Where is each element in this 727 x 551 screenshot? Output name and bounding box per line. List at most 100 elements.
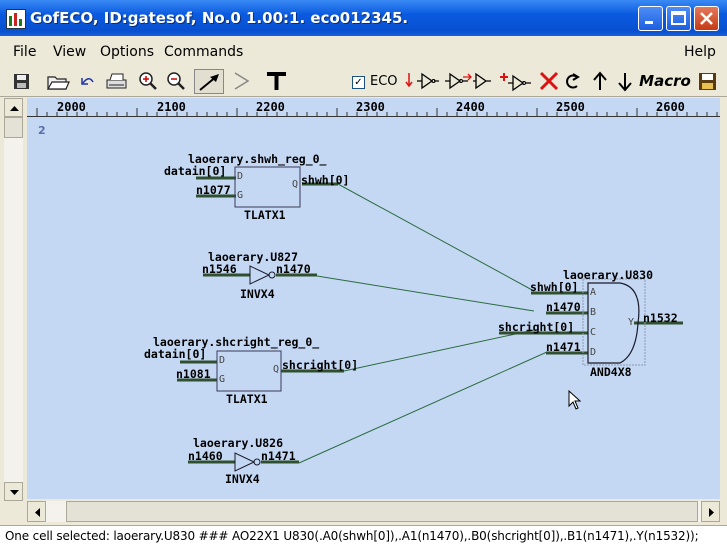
ruler-label: 2400 <box>456 100 485 114</box>
wire-n1470[interactable] <box>316 275 535 312</box>
arrow-right-small-icon <box>709 508 714 517</box>
minimize-icon <box>645 21 653 24</box>
cell-instance-name[interactable]: laoerary.U826 <box>193 436 283 450</box>
net-label[interactable]: n1532 <box>643 311 678 325</box>
wire-tool-button[interactable] <box>226 69 256 94</box>
net-label[interactable]: n1471 <box>261 449 296 463</box>
scroll-left-button[interactable] <box>27 501 46 522</box>
insert-inverter-button[interactable] <box>404 69 440 94</box>
menu-view[interactable]: View <box>53 44 86 60</box>
ruler-label: 2500 <box>556 100 585 114</box>
cell-type-label: INVX4 <box>240 287 275 301</box>
ruler-label: 2600 <box>656 100 685 114</box>
delete-x-icon <box>539 71 559 91</box>
maximize-icon <box>671 11 686 25</box>
wire-shwh[interactable] <box>337 183 535 292</box>
cell-type-label: INVX4 <box>225 472 260 486</box>
net-label[interactable]: shwh[0] <box>530 280 578 294</box>
vertical-scroll-thumb[interactable] <box>4 117 23 138</box>
cell-type-label: TLATX1 <box>226 392 268 406</box>
pin-label: Y <box>628 317 635 328</box>
arrow-down-icon <box>618 73 632 92</box>
maximize-button[interactable] <box>666 6 691 31</box>
text-tool-button[interactable] <box>262 69 292 94</box>
pin-label: C <box>590 327 597 338</box>
select-tool-button[interactable] <box>194 69 224 94</box>
latch-shwh-reg[interactable] <box>234 166 301 208</box>
horizontal-scroll-thumb[interactable] <box>66 501 698 522</box>
arrow-up-icon <box>593 71 607 90</box>
window-title: GofECO, ID:gatesof, No.0 1.00:1. eco0123… <box>30 9 409 27</box>
arrow-down-small-icon <box>10 490 19 495</box>
folder-open-icon <box>46 76 70 90</box>
arrow-left-small-icon <box>35 508 40 517</box>
net-label[interactable]: n1470 <box>546 300 581 314</box>
status-text: One cell selected: laoerary.U830 ### AO2… <box>5 529 699 543</box>
net-label[interactable]: datain[0] <box>164 164 226 178</box>
scroll-right-button[interactable] <box>701 501 720 522</box>
open-button[interactable] <box>44 69 71 94</box>
net-label[interactable]: n1471 <box>546 340 581 354</box>
pin-label: D <box>590 347 597 358</box>
net-label[interactable]: shcright[0] <box>282 358 358 372</box>
delete-button[interactable] <box>536 69 563 94</box>
print-button[interactable] <box>103 69 130 94</box>
pin-label: G <box>219 374 226 385</box>
pin-label: D <box>237 171 244 182</box>
net-label[interactable]: n1546 <box>202 262 237 276</box>
scroll-down-button[interactable] <box>4 482 23 501</box>
eco-checkbox[interactable]: ✓ <box>352 76 365 89</box>
menu-options[interactable]: Options <box>100 44 154 60</box>
floppy-color-icon <box>699 73 716 90</box>
menu-commands[interactable]: Commands <box>164 44 243 60</box>
pin-label: Q <box>273 364 280 375</box>
insert-inverter-icon <box>405 72 439 90</box>
inverter-u826[interactable] <box>234 452 261 472</box>
scroll-up-button[interactable] <box>4 98 23 117</box>
cell-type-label: AND4X8 <box>590 365 632 379</box>
pin-label: G <box>237 190 244 201</box>
chevron-right-icon <box>234 72 250 90</box>
zoom-in-button[interactable] <box>135 69 162 94</box>
wire-shcright[interactable] <box>343 329 535 372</box>
arrow-up-small-icon <box>10 106 19 111</box>
schematic-canvas[interactable]: 2 laoerary.shwh_reg_0_ datain[0] n1077 s… <box>27 117 720 499</box>
net-label[interactable]: shcright[0] <box>498 320 574 334</box>
net-label[interactable]: shwh[0] <box>301 173 349 187</box>
net-label[interactable]: n1081 <box>176 367 211 381</box>
save-eco-button[interactable] <box>695 69 721 94</box>
minimize-button[interactable] <box>638 6 663 31</box>
eco-label: ECO <box>370 74 398 89</box>
net-label[interactable]: n1077 <box>196 183 231 197</box>
add-gate-button[interactable] <box>498 69 534 94</box>
net-label[interactable]: n1460 <box>188 449 223 463</box>
zoom-out-button[interactable] <box>163 69 190 94</box>
app-icon[interactable] <box>6 9 26 29</box>
page-number: 2 <box>38 124 46 137</box>
menu-file[interactable]: File <box>13 44 36 60</box>
menu-help[interactable]: Help <box>684 44 716 60</box>
move-up-button[interactable] <box>587 69 614 94</box>
text-icon <box>267 72 286 90</box>
schematic-drawing <box>177 166 683 472</box>
inverter-u827[interactable] <box>249 265 276 285</box>
net-label[interactable]: n1470 <box>276 262 311 276</box>
cell-type-label: TLATX1 <box>244 208 286 222</box>
mouse-cursor-icon <box>568 390 582 410</box>
net-label[interactable]: datain[0] <box>144 347 206 361</box>
close-icon <box>700 12 713 25</box>
close-button[interactable] <box>694 6 719 31</box>
latch-shcright-reg[interactable] <box>216 350 282 392</box>
move-down-button[interactable] <box>612 69 639 94</box>
undo-button[interactable] <box>74 69 101 94</box>
pin-label: A <box>590 287 597 298</box>
insert-buffer-chain-button[interactable] <box>443 69 493 94</box>
macro-button[interactable]: Macro <box>638 69 692 94</box>
printer-icon <box>106 73 127 89</box>
redo-button[interactable] <box>560 69 587 94</box>
save-button[interactable] <box>8 69 35 94</box>
buffer-chain-icon <box>445 72 491 90</box>
vertical-scrollbar[interactable] <box>4 98 23 501</box>
pin-label: D <box>219 355 226 366</box>
add-gate-icon <box>500 73 531 92</box>
